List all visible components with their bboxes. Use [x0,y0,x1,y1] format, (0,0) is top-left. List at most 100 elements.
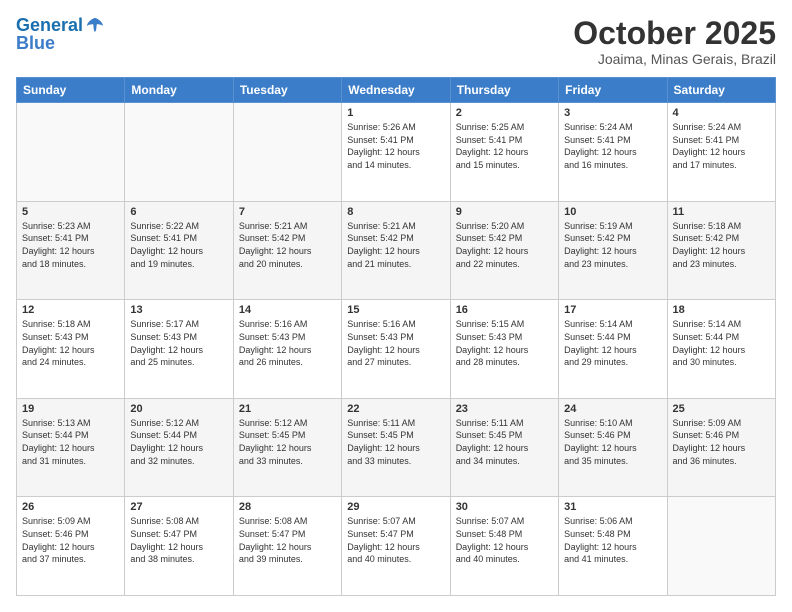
calendar-cell: 20 Sunrise: 5:12 AM Sunset: 5:44 PM Dayli… [125,398,233,497]
day-number: 15 [347,304,444,316]
day-info: Sunrise: 5:26 AM Sunset: 5:41 PM Dayligh… [347,121,444,171]
day-number: 31 [564,501,661,513]
calendar-cell [233,103,341,202]
day-number: 28 [239,501,336,513]
calendar-cell [667,497,775,596]
day-info: Sunrise: 5:07 AM Sunset: 5:48 PM Dayligh… [456,515,553,565]
day-number: 17 [564,304,661,316]
day-number: 5 [22,206,119,218]
day-info: Sunrise: 5:08 AM Sunset: 5:47 PM Dayligh… [130,515,227,565]
day-header-sunday: Sunday [17,78,125,103]
calendar-cell: 12 Sunrise: 5:18 AM Sunset: 5:43 PM Dayli… [17,300,125,399]
day-number: 14 [239,304,336,316]
location: Joaima, Minas Gerais, Brazil [573,51,776,67]
day-number: 29 [347,501,444,513]
day-info: Sunrise: 5:19 AM Sunset: 5:42 PM Dayligh… [564,220,661,270]
calendar-cell: 21Sunrise: 5:12 AM Sunset: 5:45 PM Dayli… [233,398,341,497]
calendar-cell: 23 Sunrise: 5:11 AM Sunset: 5:45 PM Dayli… [450,398,558,497]
calendar-cell: 25 Sunrise: 5:09 AM Sunset: 5:46 PM Dayli… [667,398,775,497]
day-number: 6 [130,206,227,218]
day-info: Sunrise: 5:14 AM Sunset: 5:44 PM Dayligh… [673,318,770,368]
calendar-cell: 17 Sunrise: 5:14 AM Sunset: 5:44 PM Dayli… [559,300,667,399]
calendar-page: General Blue October 2025 Joaima, Minas … [0,0,792,612]
calendar-cell [17,103,125,202]
day-number: 13 [130,304,227,316]
calendar-cell [125,103,233,202]
day-info: Sunrise: 5:06 AM Sunset: 5:48 PM Dayligh… [564,515,661,565]
calendar-week-1: 1Sunrise: 5:26 AM Sunset: 5:41 PM Daylig… [17,103,776,202]
day-number: 26 [22,501,119,513]
day-info: Sunrise: 5:17 AM Sunset: 5:43 PM Dayligh… [130,318,227,368]
day-header-saturday: Saturday [667,78,775,103]
calendar-cell: 13 Sunrise: 5:17 AM Sunset: 5:43 PM Dayli… [125,300,233,399]
day-number: 4 [673,107,770,119]
day-number: 12 [22,304,119,316]
day-info: Sunrise: 5:18 AM Sunset: 5:42 PM Dayligh… [673,220,770,270]
day-number: 9 [456,206,553,218]
day-number: 25 [673,403,770,415]
day-info: Sunrise: 5:10 AM Sunset: 5:46 PM Dayligh… [564,417,661,467]
calendar-cell: 1Sunrise: 5:26 AM Sunset: 5:41 PM Daylig… [342,103,450,202]
calendar-cell: 6 Sunrise: 5:22 AM Sunset: 5:41 PM Daylig… [125,201,233,300]
day-info: Sunrise: 5:12 AM Sunset: 5:44 PM Dayligh… [130,417,227,467]
calendar-cell: 7 Sunrise: 5:21 AM Sunset: 5:42 PM Daylig… [233,201,341,300]
day-info: Sunrise: 5:22 AM Sunset: 5:41 PM Dayligh… [130,220,227,270]
calendar-cell: 26 Sunrise: 5:09 AM Sunset: 5:46 PM Dayli… [17,497,125,596]
calendar-cell: 29Sunrise: 5:07 AM Sunset: 5:47 PM Dayli… [342,497,450,596]
calendar-cell: 9 Sunrise: 5:20 AM Sunset: 5:42 PM Daylig… [450,201,558,300]
day-number: 23 [456,403,553,415]
calendar-cell: 18 Sunrise: 5:14 AM Sunset: 5:44 PM Dayli… [667,300,775,399]
logo-line2: Blue [16,34,105,54]
month-title: October 2025 [573,16,776,51]
logo: General Blue [16,16,105,54]
day-info: Sunrise: 5:18 AM Sunset: 5:43 PM Dayligh… [22,318,119,368]
day-number: 27 [130,501,227,513]
calendar-cell: 2Sunrise: 5:25 AM Sunset: 5:41 PM Daylig… [450,103,558,202]
day-info: Sunrise: 5:25 AM Sunset: 5:41 PM Dayligh… [456,121,553,171]
calendar-header-row: SundayMondayTuesdayWednesdayThursdayFrid… [17,78,776,103]
calendar-week-4: 19 Sunrise: 5:13 AM Sunset: 5:44 PM Dayli… [17,398,776,497]
day-info: Sunrise: 5:09 AM Sunset: 5:46 PM Dayligh… [22,515,119,565]
calendar-week-5: 26 Sunrise: 5:09 AM Sunset: 5:46 PM Dayli… [17,497,776,596]
day-header-friday: Friday [559,78,667,103]
day-number: 7 [239,206,336,218]
day-number: 30 [456,501,553,513]
calendar-cell: 27 Sunrise: 5:08 AM Sunset: 5:47 PM Dayli… [125,497,233,596]
day-number: 20 [130,403,227,415]
day-number: 19 [22,403,119,415]
calendar-cell: 16 Sunrise: 5:15 AM Sunset: 5:43 PM Dayli… [450,300,558,399]
calendar-cell: 30 Sunrise: 5:07 AM Sunset: 5:48 PM Dayli… [450,497,558,596]
day-info: Sunrise: 5:11 AM Sunset: 5:45 PM Dayligh… [456,417,553,467]
day-header-tuesday: Tuesday [233,78,341,103]
day-number: 16 [456,304,553,316]
day-number: 24 [564,403,661,415]
day-info: Sunrise: 5:16 AM Sunset: 5:43 PM Dayligh… [347,318,444,368]
day-info: Sunrise: 5:21 AM Sunset: 5:42 PM Dayligh… [347,220,444,270]
calendar-week-2: 5Sunrise: 5:23 AM Sunset: 5:41 PM Daylig… [17,201,776,300]
day-info: Sunrise: 5:13 AM Sunset: 5:44 PM Dayligh… [22,417,119,467]
logo-bird-icon [85,16,105,36]
day-number: 22 [347,403,444,415]
calendar-cell: 19 Sunrise: 5:13 AM Sunset: 5:44 PM Dayli… [17,398,125,497]
calendar-cell: 4Sunrise: 5:24 AM Sunset: 5:41 PM Daylig… [667,103,775,202]
day-info: Sunrise: 5:15 AM Sunset: 5:43 PM Dayligh… [456,318,553,368]
day-info: Sunrise: 5:12 AM Sunset: 5:45 PM Dayligh… [239,417,336,467]
day-info: Sunrise: 5:09 AM Sunset: 5:46 PM Dayligh… [673,417,770,467]
calendar-cell: 5Sunrise: 5:23 AM Sunset: 5:41 PM Daylig… [17,201,125,300]
day-header-monday: Monday [125,78,233,103]
calendar-cell: 10Sunrise: 5:19 AM Sunset: 5:42 PM Dayli… [559,201,667,300]
calendar-cell: 8 Sunrise: 5:21 AM Sunset: 5:42 PM Daylig… [342,201,450,300]
calendar-cell: 22Sunrise: 5:11 AM Sunset: 5:45 PM Dayli… [342,398,450,497]
day-info: Sunrise: 5:16 AM Sunset: 5:43 PM Dayligh… [239,318,336,368]
day-number: 8 [347,206,444,218]
calendar-cell: 28Sunrise: 5:08 AM Sunset: 5:47 PM Dayli… [233,497,341,596]
day-info: Sunrise: 5:20 AM Sunset: 5:42 PM Dayligh… [456,220,553,270]
calendar-table: SundayMondayTuesdayWednesdayThursdayFrid… [16,77,776,596]
calendar-cell: 24 Sunrise: 5:10 AM Sunset: 5:46 PM Dayli… [559,398,667,497]
calendar-cell: 3Sunrise: 5:24 AM Sunset: 5:41 PM Daylig… [559,103,667,202]
day-info: Sunrise: 5:21 AM Sunset: 5:42 PM Dayligh… [239,220,336,270]
calendar-cell: 14 Sunrise: 5:16 AM Sunset: 5:43 PM Dayli… [233,300,341,399]
day-info: Sunrise: 5:14 AM Sunset: 5:44 PM Dayligh… [564,318,661,368]
day-number: 3 [564,107,661,119]
day-number: 18 [673,304,770,316]
